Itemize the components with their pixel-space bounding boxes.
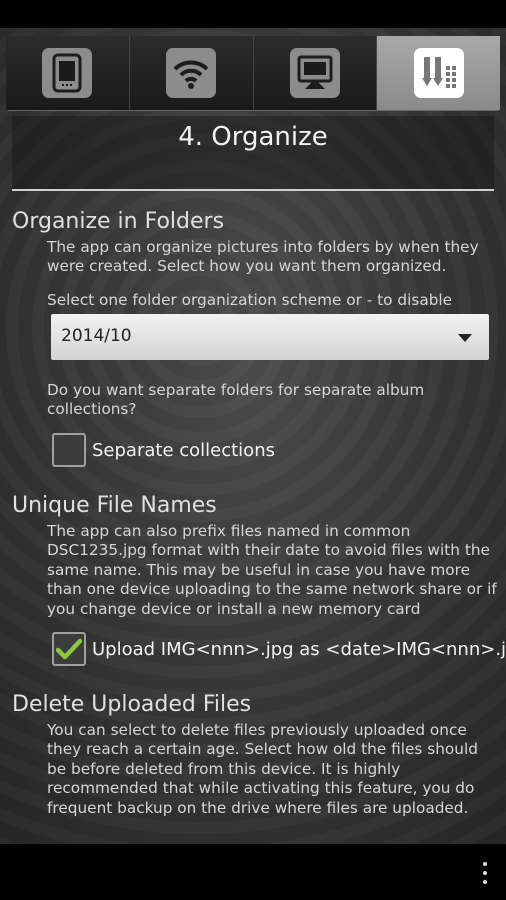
tab-bar (6, 36, 500, 110)
separate-collections-option[interactable]: Separate collections (52, 432, 275, 468)
app-screen: 4. Organize Organize in Folders The app … (0, 28, 506, 844)
tab-upload[interactable] (253, 36, 378, 110)
page-title-box: 4. Organize (12, 116, 494, 191)
folder-scheme-select[interactable]: 2014/10 (51, 314, 489, 360)
dropdown-arrow-icon (458, 334, 472, 342)
tab-device[interactable] (6, 36, 130, 110)
delete-uploaded-heading: Delete Uploaded Files (12, 692, 252, 717)
upload-to-screen-icon (289, 48, 340, 98)
bottom-bar (0, 844, 506, 900)
folder-scheme-value: 2014/10 (61, 326, 132, 346)
organize-icon (413, 48, 464, 98)
overflow-menu-icon[interactable] (482, 862, 488, 884)
organize-folders-description: The app can organize pictures into folde… (47, 238, 479, 276)
upload-rename-option[interactable]: Upload IMG<nnn>.jpg as <date>IMG<nnn>.jp… (52, 631, 506, 667)
tab-wifi[interactable] (129, 36, 254, 110)
folder-scheme-prompt: Select one folder organization scheme or… (47, 291, 453, 309)
checkmark-icon (56, 638, 82, 660)
unique-file-names-heading: Unique File Names (12, 493, 217, 518)
organize-folders-heading: Organize in Folders (12, 209, 225, 234)
separate-folders-question: Do you want separate folders for separat… (47, 381, 425, 419)
wifi-icon (166, 48, 217, 98)
delete-uploaded-description: You can select to delete files previousl… (47, 721, 478, 817)
upload-rename-label: Upload IMG<nnn>.jpg as <date>IMG<nnn>.jp… (92, 638, 506, 660)
upload-rename-checkbox[interactable] (52, 632, 86, 666)
separate-collections-checkbox[interactable] (52, 433, 86, 467)
status-bar (0, 0, 506, 28)
page-title: 4. Organize (178, 122, 328, 152)
unique-file-names-description: The app can also prefix files named in c… (47, 522, 497, 618)
separate-collections-label: Separate collections (92, 439, 275, 461)
tablet-icon (42, 48, 93, 98)
tab-organize[interactable] (377, 36, 500, 110)
